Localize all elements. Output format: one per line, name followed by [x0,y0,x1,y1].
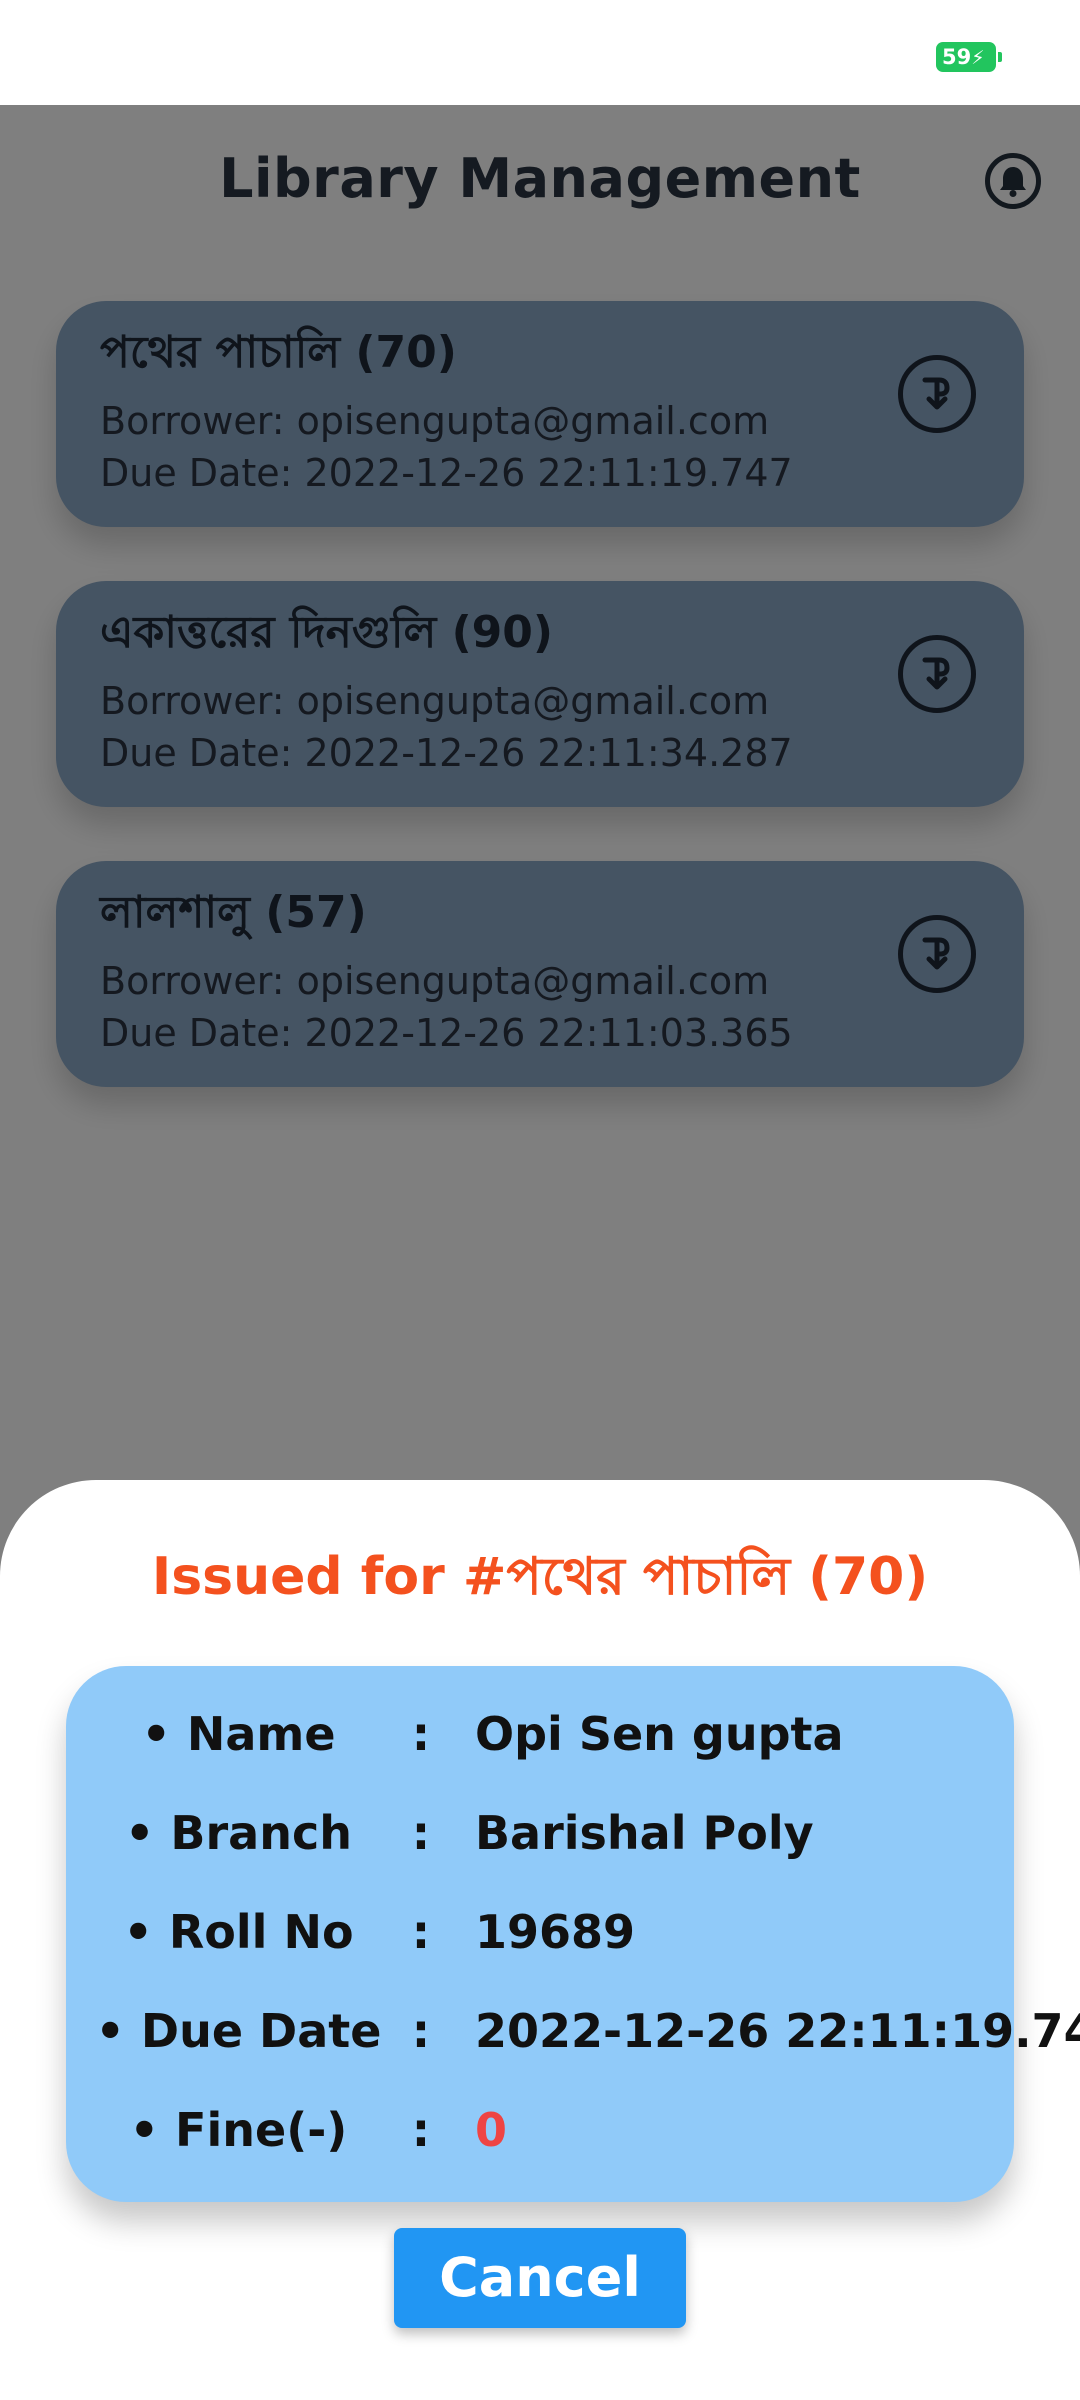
info-colon: : [411,1707,431,1761]
issue-details-sheet: Issued for #পথের পাচালি (70) • Name : Op… [0,1480,1080,2400]
battery-indicator: 59⚡ [936,42,1002,72]
charging-icon: ⚡ [971,47,985,69]
info-colon: : [411,2103,431,2157]
info-row-due-date: • Due Date : 2022-12-26 22:11:19.747 [66,1991,1080,2071]
info-label: • Due Date [95,2004,382,2058]
info-row-roll-no: • Roll No : 19689 [66,1892,1014,1972]
info-value: 2022-12-26 22:11:19.747 [475,2004,1080,2058]
info-colon: : [411,2004,431,2058]
battery-level: 59 [942,45,972,69]
info-colon: : [411,1806,431,1860]
sheet-title: Issued for #পথের পাচালি (70) [151,1547,929,1607]
info-label: • Name [141,1707,336,1761]
info-row-fine: • Fine(-) : 0 [66,2090,1014,2170]
cancel-button[interactable]: Cancel [394,2228,686,2328]
info-value: Opi Sen gupta [475,1707,844,1761]
fine-value: 0 [475,2103,508,2157]
info-label: • Branch [125,1806,352,1860]
info-label: • Roll No [123,1905,354,1959]
info-label: • Fine(-) [129,2103,348,2157]
info-row-name: • Name : Opi Sen gupta [66,1694,1014,1774]
info-row-branch: • Branch : Barishal Poly [66,1793,1014,1873]
status-bar: 59⚡ [0,0,1080,105]
info-value: Barishal Poly [475,1806,814,1860]
info-value: 19689 [475,1905,636,1959]
borrower-info-box: • Name : Opi Sen gupta • Branch : Barish… [66,1666,1080,2202]
info-colon: : [411,1905,431,1959]
